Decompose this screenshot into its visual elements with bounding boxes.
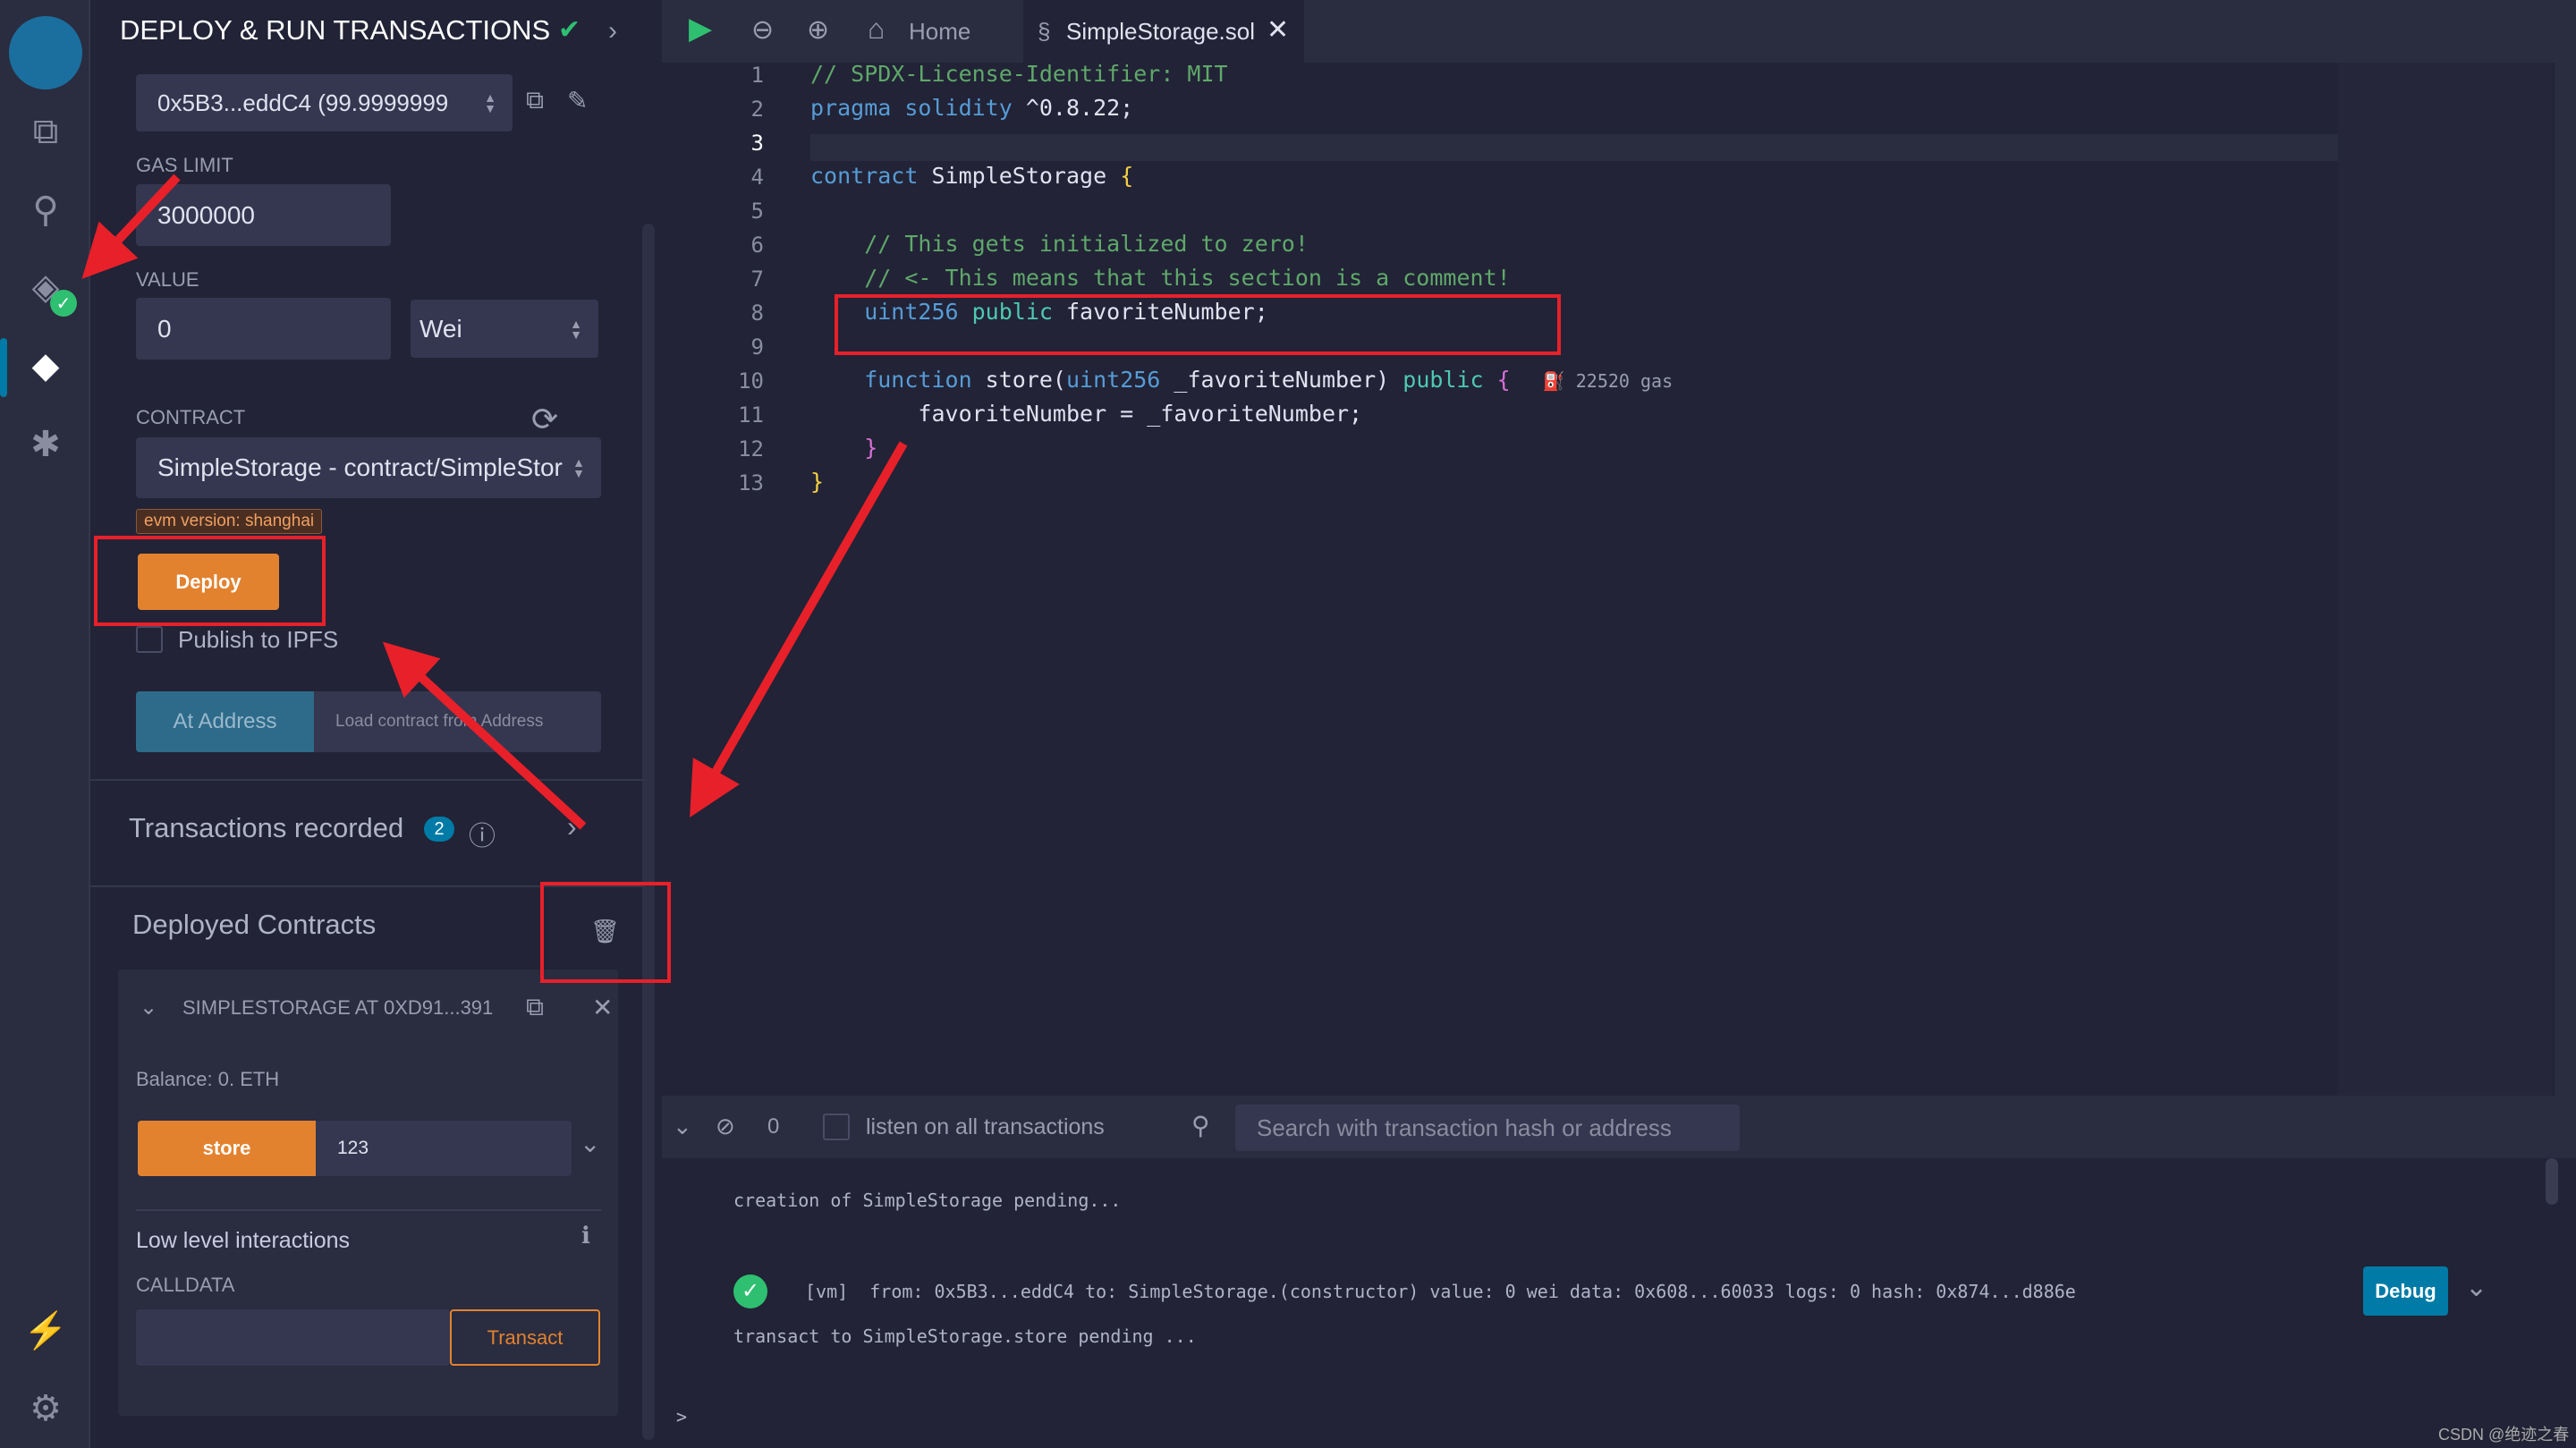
highlight-box [540,882,671,983]
annotation-overlay [81,174,1561,983]
highlight-box [94,536,326,626]
highlight-box [835,294,1561,355]
annotation-arrow [81,174,181,279]
annotation-arrow [690,441,908,818]
annotation-arrow [382,641,587,830]
